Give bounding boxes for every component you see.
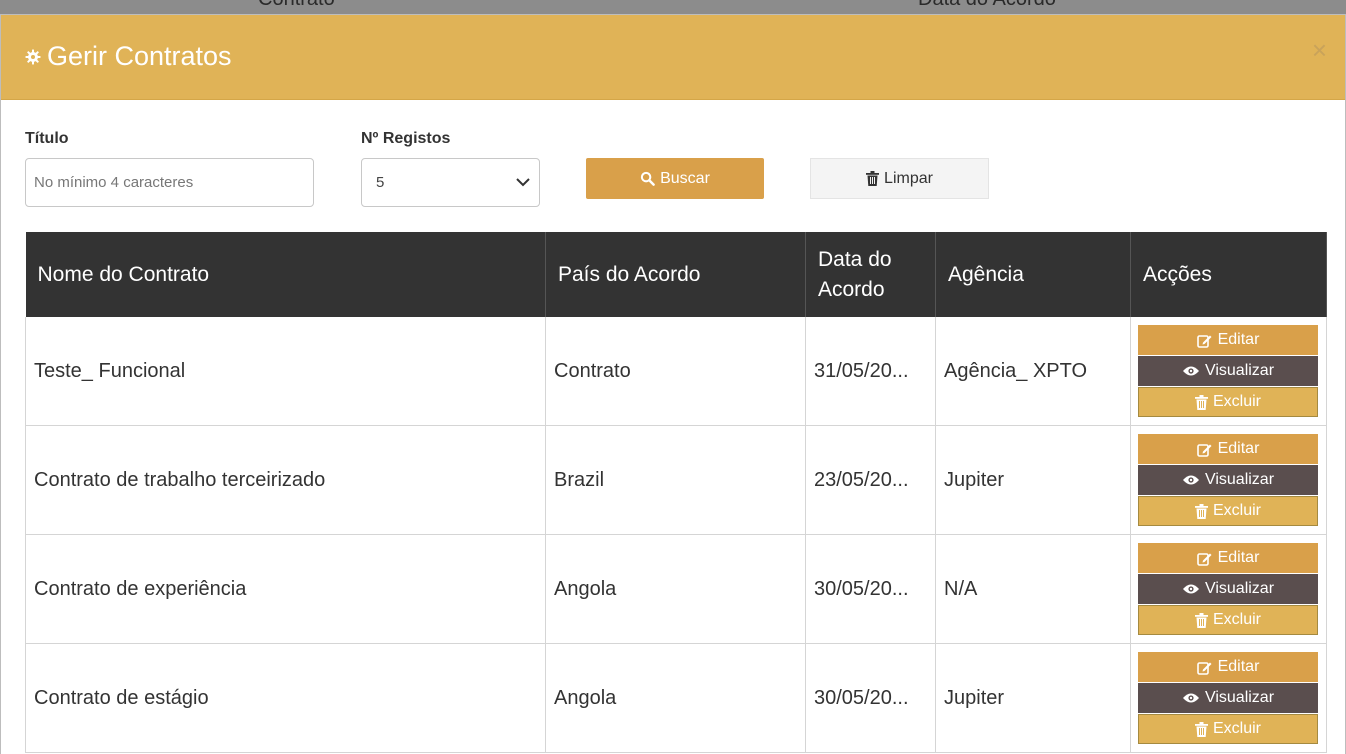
view-button-label: Visualizar xyxy=(1204,580,1275,597)
cell-date: 31/05/20... xyxy=(805,317,936,426)
trash-icon xyxy=(1194,612,1208,628)
cell-agency: Jupiter xyxy=(935,643,1131,753)
table-header-row: Nome do Contrato País do Acordo Data do … xyxy=(25,232,1327,317)
cell-country: Brazil xyxy=(545,425,806,535)
delete-button-label: Excluir xyxy=(1212,720,1261,737)
edit-icon xyxy=(1196,661,1212,675)
cell-actions: Editar Visualizar Excluir xyxy=(1130,534,1327,644)
edit-button-label: Editar xyxy=(1217,658,1260,675)
modal-title-text: Gerir Contratos xyxy=(47,41,232,71)
edit-button[interactable]: Editar xyxy=(1138,652,1318,682)
edit-icon xyxy=(1196,334,1212,348)
search-icon xyxy=(640,171,655,186)
cell-date: 30/05/20... xyxy=(805,643,936,753)
eye-icon xyxy=(1182,366,1199,376)
column-header-date[interactable]: Data do Acordo xyxy=(805,232,936,317)
trash-icon xyxy=(1194,721,1208,737)
table-row: Contrato de experiência Angola 30/05/20.… xyxy=(25,534,1327,644)
delete-button-label: Excluir xyxy=(1212,611,1261,628)
background-page-header: Contrato Data do Acordo xyxy=(0,0,1346,14)
cell-actions: Editar Visualizar Excluir xyxy=(1130,317,1327,426)
contracts-table: Nome do Contrato País do Acordo Data do … xyxy=(25,232,1327,753)
delete-button-label: Excluir xyxy=(1212,393,1261,410)
eye-icon xyxy=(1182,584,1199,594)
cell-agency: Jupiter xyxy=(935,425,1131,535)
cell-contract-name: Contrato de estágio xyxy=(25,643,546,753)
clear-button-label: Limpar xyxy=(884,169,933,187)
edit-button[interactable]: Editar xyxy=(1138,434,1318,464)
delete-button[interactable]: Excluir xyxy=(1138,496,1318,526)
edit-icon xyxy=(1196,443,1212,457)
delete-button[interactable]: Excluir xyxy=(1138,387,1318,417)
cell-date: 30/05/20... xyxy=(805,534,936,644)
edit-button[interactable]: Editar xyxy=(1138,543,1318,573)
view-button[interactable]: Visualizar xyxy=(1138,356,1318,386)
trash-icon xyxy=(866,171,880,186)
background-column-data: Data do Acordo xyxy=(918,0,1056,11)
cell-country: Angola xyxy=(545,643,806,753)
column-header-actions: Acções xyxy=(1130,232,1327,317)
records-filter-label: Nº Registos xyxy=(361,130,451,147)
column-header-country[interactable]: País do Acordo xyxy=(545,232,806,317)
cell-country: Contrato xyxy=(545,317,806,426)
close-icon[interactable]: × xyxy=(1312,37,1327,63)
records-per-page-select[interactable]: 5 xyxy=(361,158,540,207)
column-header-agency[interactable]: Agência xyxy=(935,232,1131,317)
title-filter-label: Título xyxy=(25,130,69,147)
view-button[interactable]: Visualizar xyxy=(1138,683,1318,713)
eye-icon xyxy=(1182,475,1199,485)
cell-country: Angola xyxy=(545,534,806,644)
modal-title: Gerir Contratos xyxy=(25,41,232,72)
background-column-contrato: Contrato xyxy=(258,0,335,11)
modal-header: Gerir Contratos × xyxy=(1,15,1345,100)
cell-date: 23/05/20... xyxy=(805,425,936,535)
manage-contracts-modal: Gerir Contratos × Título Nº Registos 5 B… xyxy=(0,14,1346,754)
edit-button[interactable]: Editar xyxy=(1138,325,1318,355)
cell-contract-name: Teste_ Funcional xyxy=(25,317,546,426)
title-search-input[interactable] xyxy=(25,158,314,207)
cell-agency: N/A xyxy=(935,534,1131,644)
trash-icon xyxy=(1194,394,1208,410)
view-button-label: Visualizar xyxy=(1204,471,1275,488)
view-button[interactable]: Visualizar xyxy=(1138,465,1318,495)
table-row: Teste_ Funcional Contrato 31/05/20... Ag… xyxy=(25,317,1327,426)
edit-button-label: Editar xyxy=(1217,331,1260,348)
cell-actions: Editar Visualizar Excluir xyxy=(1130,425,1327,535)
records-per-page-value: 5 xyxy=(376,174,385,191)
cell-actions: Editar Visualizar Excluir xyxy=(1130,643,1327,753)
trash-icon xyxy=(1194,503,1208,519)
edit-button-label: Editar xyxy=(1217,440,1260,457)
eye-icon xyxy=(1182,693,1199,703)
gear-icon xyxy=(25,49,41,64)
clear-button[interactable]: Limpar xyxy=(810,158,989,199)
delete-button[interactable]: Excluir xyxy=(1138,605,1318,635)
cell-contract-name: Contrato de experiência xyxy=(25,534,546,644)
edit-icon xyxy=(1196,552,1212,566)
search-button[interactable]: Buscar xyxy=(586,158,764,199)
delete-button-label: Excluir xyxy=(1212,502,1261,519)
cell-agency: Agência_ XPTO xyxy=(935,317,1131,426)
cell-contract-name: Contrato de trabalho terceirizado xyxy=(25,425,546,535)
edit-button-label: Editar xyxy=(1217,549,1260,566)
table-row: Contrato de trabalho terceirizado Brazil… xyxy=(25,425,1327,535)
column-header-name[interactable]: Nome do Contrato xyxy=(25,232,546,317)
search-button-label: Buscar xyxy=(660,169,710,187)
delete-button[interactable]: Excluir xyxy=(1138,714,1318,744)
table-row: Contrato de estágio Angola 30/05/20... J… xyxy=(25,643,1327,753)
view-button-label: Visualizar xyxy=(1204,362,1275,379)
view-button-label: Visualizar xyxy=(1204,689,1275,706)
chevron-down-icon xyxy=(516,178,530,187)
view-button[interactable]: Visualizar xyxy=(1138,574,1318,604)
